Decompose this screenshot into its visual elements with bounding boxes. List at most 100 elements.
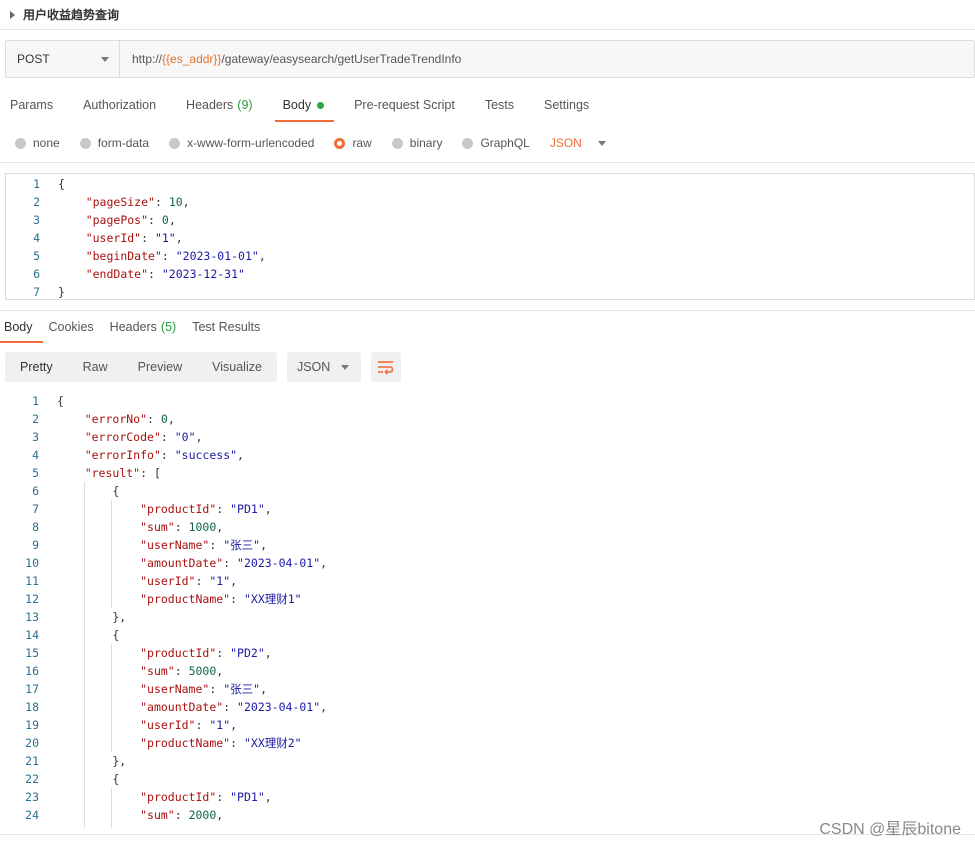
- response-tab-body[interactable]: Body: [0, 311, 42, 343]
- response-view-bar: Pretty Raw Preview Visualize JSON: [5, 352, 401, 382]
- code-line: 13 },: [5, 608, 975, 626]
- code-line: 7}: [6, 283, 974, 301]
- line-number: 20: [25, 736, 39, 750]
- radio-circle-icon: [334, 137, 346, 149]
- request-body-editor[interactable]: 1{2 "pageSize": 10, 3 "pagePos": 0, 4 "use…: [5, 173, 975, 300]
- code-text: "userId": "1",: [85, 231, 183, 245]
- body-type-options: none form-data x-www-form-urlencoded raw bin…: [15, 134, 606, 152]
- line-number: 3: [33, 213, 40, 227]
- line-number: 4: [32, 448, 39, 462]
- tab-authorization[interactable]: Authorization: [73, 88, 166, 122]
- code-text: {: [57, 394, 64, 408]
- code-text: {: [57, 772, 120, 786]
- view-mode-visualize[interactable]: Visualize: [197, 352, 277, 382]
- radio-binary[interactable]: binary: [391, 136, 442, 150]
- line-number: 5: [32, 466, 39, 480]
- code-line: 10 "amountDate": "2023-04-01",: [5, 554, 975, 572]
- radio-label: form-data: [97, 136, 150, 150]
- code-text: "productId": "PD1",: [140, 790, 272, 804]
- tab-label: Body: [4, 320, 33, 334]
- code-text: "userId": "1",: [140, 574, 238, 588]
- code-text: },: [57, 610, 127, 624]
- radio-raw[interactable]: raw: [334, 136, 372, 150]
- tab-label: Cookies: [48, 320, 94, 334]
- tab-count: (5): [160, 320, 177, 334]
- tab-label: Params: [10, 98, 54, 112]
- radio-none[interactable]: none: [15, 136, 60, 150]
- chevron-down-icon: [597, 140, 606, 146]
- tab-tests[interactable]: Tests: [475, 88, 524, 122]
- tab-params[interactable]: Params: [0, 88, 63, 122]
- url-input[interactable]: http://{{es_addr}}/gateway/easysearch/ge…: [120, 41, 974, 77]
- response-format-select[interactable]: JSON: [286, 352, 361, 382]
- tab-headers[interactable]: Headers (9): [176, 88, 263, 122]
- method-select[interactable]: POST: [6, 41, 120, 77]
- view-mode-group: Pretty Raw Preview Visualize: [5, 352, 277, 382]
- wrap-lines-button[interactable]: [370, 352, 401, 382]
- body-format-select[interactable]: JSON: [550, 136, 606, 150]
- response-tab-test-results[interactable]: Test Results: [188, 311, 264, 343]
- code-text: "productId": "PD1",: [140, 502, 272, 516]
- line-number: 19: [25, 718, 39, 732]
- tab-label: Tests: [484, 98, 514, 112]
- line-number: 11: [25, 574, 39, 588]
- code-line: 17 "userName": "张三",: [5, 680, 975, 698]
- line-number: 6: [33, 267, 40, 281]
- code-text: "sum": 5000,: [140, 664, 224, 678]
- line-number: 14: [25, 628, 39, 642]
- response-body-viewer[interactable]: 1{2 "errorNo": 0, 3 "errorCode": "0", 4 "e…: [5, 392, 975, 828]
- code-text: "sum": 1000,: [140, 520, 224, 534]
- view-mode-pretty[interactable]: Pretty: [5, 352, 68, 382]
- radio-form-data[interactable]: form-data: [79, 136, 150, 150]
- line-number: 4: [33, 231, 40, 245]
- radio-label: GraphQL: [480, 136, 530, 150]
- code-line: 18 "amountDate": "2023-04-01",: [5, 698, 975, 716]
- body-modified-dot-icon: [317, 101, 325, 109]
- line-number: 5: [33, 249, 40, 263]
- code-line: 16 "sum": 5000,: [5, 662, 975, 680]
- request-name-bar[interactable]: 用户收益趋势查询: [0, 0, 975, 30]
- code-text: "userName": "张三",: [140, 538, 267, 552]
- line-number: 1: [33, 177, 40, 191]
- radio-circle-icon: [169, 137, 181, 149]
- body-format-label: JSON: [549, 136, 582, 150]
- tab-label: Test Results: [192, 320, 261, 334]
- tab-settings[interactable]: Settings: [534, 88, 599, 122]
- code-text: },: [57, 754, 127, 768]
- response-tabs: Body Cookies Headers (5) Test Results: [0, 310, 975, 343]
- radio-circle-icon: [15, 137, 26, 149]
- radio-graphql[interactable]: GraphQL: [462, 136, 530, 150]
- radio-x-www-form-urlencoded[interactable]: x-www-form-urlencoded: [169, 136, 314, 150]
- line-number: 15: [25, 646, 39, 660]
- code-line: 4 "userId": "1",: [6, 229, 974, 247]
- code-text: }: [58, 285, 65, 299]
- code-line: 3 "errorCode": "0",: [5, 428, 975, 446]
- line-number: 7: [32, 502, 39, 516]
- code-text: "amountDate": "2023-04-01",: [140, 700, 328, 714]
- line-number: 18: [25, 700, 39, 714]
- line-number: 10: [25, 556, 39, 570]
- code-text: "sum": 2000,: [140, 808, 224, 822]
- code-text: "userId": "1",: [140, 718, 238, 732]
- code-line: 1{: [6, 175, 974, 193]
- code-text: "errorNo": 0,: [84, 412, 175, 426]
- response-tab-headers[interactable]: Headers (5): [106, 311, 181, 343]
- code-line: 3 "pagePos": 0,: [6, 211, 974, 229]
- tab-body[interactable]: Body: [273, 88, 335, 122]
- radio-circle-icon: [79, 137, 91, 149]
- radio-circle-icon: [462, 137, 474, 149]
- collapse-caret-icon[interactable]: [10, 10, 15, 19]
- radio-label: x-www-form-urlencoded: [187, 136, 315, 150]
- code-text: "pageSize": 10,: [85, 195, 190, 209]
- tab-label: Settings: [544, 98, 590, 112]
- tab-pre-request-script[interactable]: Pre-request Script: [344, 88, 465, 122]
- code-line: 4 "errorInfo": "success",: [5, 446, 975, 464]
- view-mode-preview[interactable]: Preview: [123, 352, 197, 382]
- code-line: 12 "productName": "XX理财1": [5, 590, 975, 608]
- tab-label: Headers: [109, 320, 157, 334]
- code-line: 23 "productId": "PD1",: [5, 788, 975, 806]
- view-mode-raw[interactable]: Raw: [68, 352, 123, 382]
- line-number: 22: [25, 772, 39, 786]
- code-line: 15 "productId": "PD2",: [5, 644, 975, 662]
- response-tab-cookies[interactable]: Cookies: [45, 311, 98, 343]
